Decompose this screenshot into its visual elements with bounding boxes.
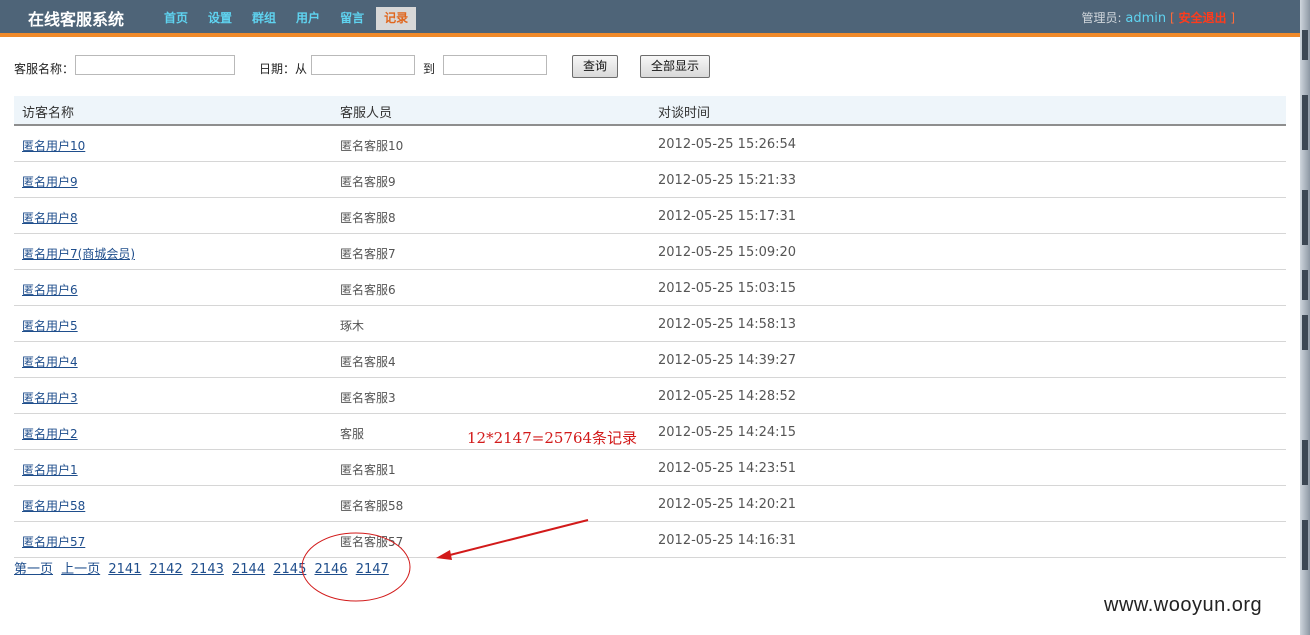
date-to-input[interactable]	[443, 55, 547, 75]
column-chat-time: 对谈时间	[658, 106, 711, 121]
visitor-name-link[interactable]: 匿名用户5	[22, 317, 78, 334]
visitor-name-link[interactable]: 匿名用户8	[22, 209, 78, 226]
chat-time: 2012-05-25 14:24:15	[658, 425, 797, 440]
prev-page-link[interactable]: 上一页	[61, 562, 100, 577]
window-edge-scrollbar[interactable]	[1300, 0, 1310, 635]
page-link[interactable]: 2145	[273, 562, 306, 577]
table-row: 匿名用户5 琢木 2012-05-25 14:58:13	[14, 306, 1286, 342]
visitor-name-link[interactable]: 匿名用户58	[22, 497, 85, 514]
staff-name-label: 客服名称：	[14, 62, 75, 76]
chat-time: 2012-05-25 15:26:54	[658, 137, 797, 152]
visitor-name-link[interactable]: 匿名用户3	[22, 389, 78, 406]
nav-groups[interactable]: 群组	[244, 7, 284, 30]
pagination: 第一页 上一页 2141 2142 2143 2144 2145 2146 21…	[14, 558, 393, 577]
show-all-button[interactable]: 全部显示	[640, 55, 710, 78]
table-row: 匿名用户10 匿名客服10 2012-05-25 15:26:54	[14, 126, 1286, 162]
table-row: 匿名用户58 匿名客服58 2012-05-25 14:20:21	[14, 486, 1286, 522]
staff-name: 匿名客服9	[340, 175, 396, 189]
date-from-input[interactable]	[311, 55, 415, 75]
header-accent-stripe	[0, 33, 1300, 37]
visitor-name-link[interactable]: 匿名用户2	[22, 425, 78, 442]
chat-time: 2012-05-25 15:21:33	[658, 173, 797, 188]
nav-users[interactable]: 用户	[288, 7, 328, 30]
visitor-name-link[interactable]: 匿名用户6	[22, 281, 78, 298]
page-link[interactable]: 2144	[232, 562, 265, 577]
nav-settings[interactable]: 设置	[200, 7, 240, 30]
main-nav: 首页 设置 群组 用户 留言 记录	[156, 7, 420, 30]
visitor-name-link[interactable]: 匿名用户1	[22, 461, 78, 478]
chat-time: 2012-05-25 14:20:21	[658, 497, 797, 512]
column-visitor-name: 访客名称	[22, 106, 75, 121]
visitor-name-link[interactable]: 匿名用户4	[22, 353, 78, 370]
table-header: 访客名称 客服人员 对谈时间	[14, 96, 1286, 126]
query-button[interactable]: 查询	[572, 55, 618, 78]
visitor-name-link[interactable]: 匿名用户10	[22, 137, 85, 154]
app-title: 在线客服系统	[28, 10, 125, 29]
staff-name: 匿名客服58	[340, 499, 404, 513]
chat-time: 2012-05-25 14:28:52	[658, 389, 797, 404]
chat-time: 2012-05-25 15:17:31	[658, 209, 797, 224]
top-navigation-bar: 在线客服系统 首页 设置 群组 用户 留言 记录 管理员: admin [ 安全…	[0, 0, 1300, 33]
staff-name: 匿名客服8	[340, 211, 396, 225]
table-row: 匿名用户1 匿名客服1 2012-05-25 14:23:51	[14, 450, 1286, 486]
table-row: 匿名用户9 匿名客服9 2012-05-25 15:21:33	[14, 162, 1286, 198]
staff-name-input[interactable]	[75, 55, 235, 75]
records-table: 访客名称 客服人员 对谈时间 匿名用户10 匿名客服10 2012-05-25 15…	[14, 96, 1286, 558]
nav-records[interactable]: 记录	[376, 7, 417, 30]
nav-home[interactable]: 首页	[156, 7, 196, 30]
chat-time: 2012-05-25 14:23:51	[658, 461, 797, 476]
page-link[interactable]: 2142	[150, 562, 183, 577]
table-row: 匿名用户2 客服 2012-05-25 14:24:15	[14, 414, 1286, 450]
bracket-close: ]	[1230, 11, 1235, 25]
nav-messages[interactable]: 留言	[332, 7, 372, 30]
visitor-name-link[interactable]: 匿名用户9	[22, 173, 78, 190]
staff-name: 客服	[340, 427, 365, 441]
staff-name: 匿名客服6	[340, 283, 396, 297]
staff-name: 匿名客服4	[340, 355, 396, 369]
column-staff: 客服人员	[340, 106, 393, 121]
date-to-label: 到	[423, 62, 436, 76]
page-link[interactable]: 2141	[108, 562, 141, 577]
bracket-open: [	[1169, 11, 1175, 25]
table-row: 匿名用户6 匿名客服6 2012-05-25 15:03:15	[14, 270, 1286, 306]
visitor-name-link[interactable]: 匿名用户57	[22, 533, 85, 550]
table-row: 匿名用户8 匿名客服8 2012-05-25 15:17:31	[14, 198, 1286, 234]
admin-username: admin	[1125, 11, 1167, 26]
table-row: 匿名用户57 匿名客服57 2012-05-25 14:16:31	[14, 522, 1286, 558]
staff-name: 匿名客服10	[340, 139, 404, 153]
admin-area: 管理员: admin [ 安全退出 ]	[1082, 9, 1235, 26]
chat-time: 2012-05-25 14:16:31	[658, 533, 797, 548]
admin-label: 管理员:	[1081, 11, 1122, 25]
staff-name: 琢木	[340, 319, 365, 333]
page-link[interactable]: 2143	[191, 562, 224, 577]
logout-link[interactable]: 安全退出	[1178, 11, 1226, 25]
date-from-label: 日期：从	[259, 62, 308, 76]
page-link[interactable]: 2146	[314, 562, 347, 577]
staff-name: 匿名客服3	[340, 391, 396, 405]
table-row: 匿名用户3 匿名客服3 2012-05-25 14:28:52	[14, 378, 1286, 414]
table-row: 匿名用户4 匿名客服4 2012-05-25 14:39:27	[14, 342, 1286, 378]
record-count-annotation: 12*2147=25764条记录	[467, 429, 638, 447]
chat-time: 2012-05-25 14:58:13	[658, 317, 797, 332]
staff-name: 匿名客服57	[340, 535, 404, 549]
watermark: www.wooyun.org	[1104, 594, 1263, 616]
table-row: 匿名用户7(商城会员) 匿名客服7 2012-05-25 15:09:20	[14, 234, 1286, 270]
last-page-link[interactable]: 2147	[356, 562, 389, 577]
chat-time: 2012-05-25 14:39:27	[658, 353, 797, 368]
chat-time: 2012-05-25 15:03:15	[658, 281, 797, 296]
chat-time: 2012-05-25 15:09:20	[658, 245, 797, 260]
visitor-name-link[interactable]: 匿名用户7(商城会员)	[22, 245, 135, 262]
staff-name: 匿名客服1	[340, 463, 396, 477]
first-page-link[interactable]: 第一页	[14, 562, 53, 577]
staff-name: 匿名客服7	[340, 247, 396, 261]
